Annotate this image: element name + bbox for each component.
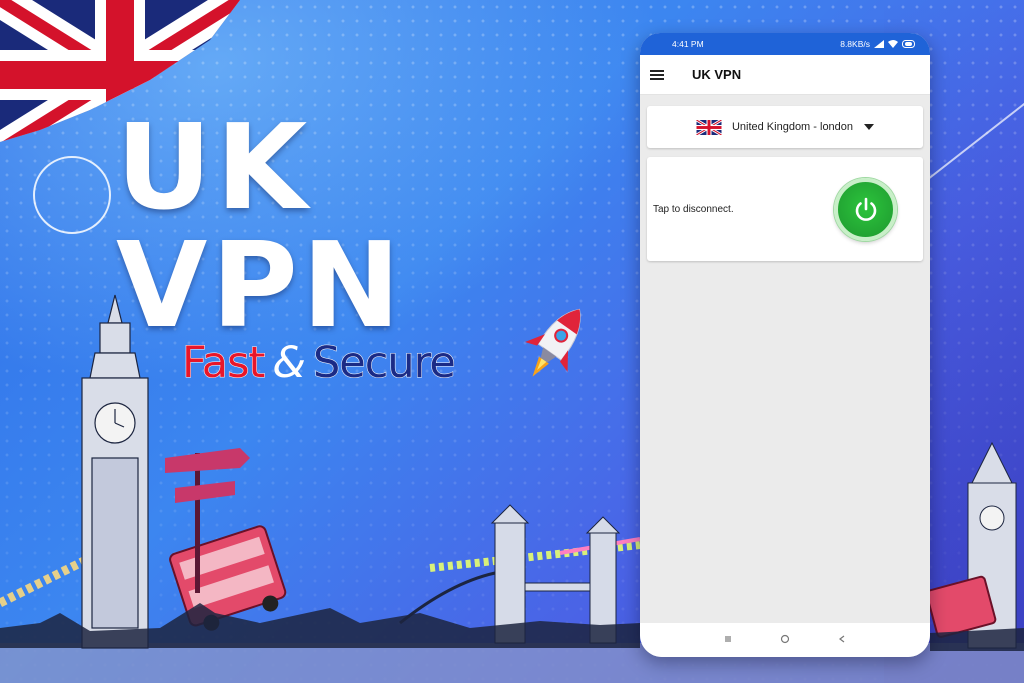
android-nav-bar <box>640 623 930 657</box>
app-title: UK VPN <box>692 67 742 82</box>
battery-icon <box>902 40 915 48</box>
wifi-icon <box>888 40 898 48</box>
signal-icon <box>874 40 884 48</box>
phone-mockup: 4:41 PM 8.8KB/s UK VPN United Kingdom - … <box>640 33 930 657</box>
decor-ring <box>33 156 111 234</box>
back-icon[interactable] <box>832 633 852 647</box>
status-bar: 4:41 PM 8.8KB/s <box>640 33 930 55</box>
recents-icon[interactable] <box>718 633 738 647</box>
app-bar: UK VPN <box>640 55 930 95</box>
server-label: United Kingdom - london <box>731 121 854 133</box>
connection-status-text: Tap to disconnect. <box>653 203 734 215</box>
hamburger-menu-icon[interactable] <box>650 69 664 80</box>
server-selector[interactable]: United Kingdom - london <box>647 106 923 148</box>
promo-banner: UK VPN Fast & Secure 4:41 PM 8.8KB/s UK … <box>0 0 1024 683</box>
power-icon <box>855 197 876 221</box>
uk-flag-icon <box>695 119 722 135</box>
power-button[interactable] <box>834 177 897 241</box>
status-speed: 8.8KB/s <box>840 39 870 49</box>
connection-card: Tap to disconnect. <box>647 157 923 261</box>
home-icon[interactable] <box>775 633 795 647</box>
status-time: 4:41 PM <box>672 39 704 49</box>
status-indicators: 8.8KB/s <box>840 39 916 49</box>
dropdown-caret-icon <box>864 124 875 130</box>
